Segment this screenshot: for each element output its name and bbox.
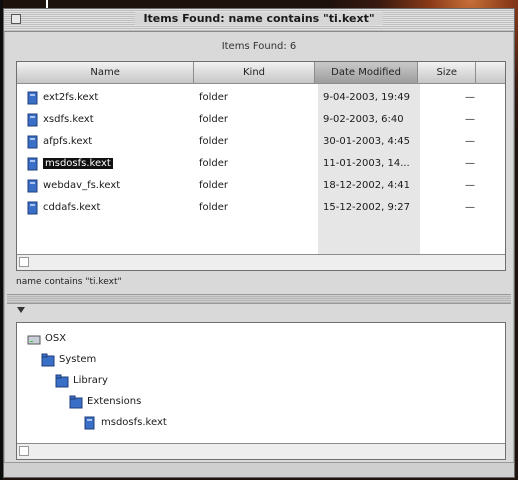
row-name: webdav_fs.kext — [43, 180, 121, 191]
row-size: — — [465, 92, 475, 103]
row-kind: folder — [199, 114, 229, 125]
status-bar — [4, 462, 514, 477]
table-row[interactable]: ext2fs.kext folder 9-04-2003, 19:49 — — [17, 88, 505, 110]
folder-icon — [69, 395, 83, 409]
column-header-kind[interactable]: Kind — [194, 62, 315, 84]
row-name: cddafs.kext — [43, 202, 101, 213]
folder-icon — [41, 353, 55, 367]
scroll-left-arrow[interactable] — [19, 257, 29, 267]
path-item-label: System — [59, 354, 97, 365]
search-criteria: name contains "ti.kext" — [16, 277, 122, 287]
file-icon — [84, 416, 95, 430]
path-item-label: msdosfs.kext — [101, 417, 167, 428]
table-row[interactable]: msdosfs.kext folder 11-01-2003, 14... — — [17, 154, 505, 176]
results-list: Name Kind Date Modified Size ext2fs.kext… — [16, 61, 506, 271]
row-size: — — [465, 180, 475, 191]
table-row[interactable]: cddafs.kext folder 15-12-2002, 9:27 — — [17, 198, 505, 220]
path-panel: OSX System Library Extensions msdosfs.kext — [16, 322, 506, 460]
row-name: ext2fs.kext — [43, 92, 99, 103]
row-size: — — [465, 202, 475, 213]
row-date: 15-12-2002, 9:27 — [323, 202, 410, 213]
path-horizontal-scrollbar[interactable] — [17, 443, 505, 459]
column-header-name[interactable]: Name — [17, 62, 195, 84]
path-scroll-left-arrow[interactable] — [19, 446, 29, 456]
row-date: 30-01-2003, 4:45 — [323, 136, 410, 147]
row-kind: folder — [199, 158, 229, 169]
row-kind: folder — [199, 92, 229, 103]
kext-file-icon — [27, 179, 38, 193]
table-row[interactable]: xsdfs.kext folder 9-02-2003, 6:40 — — [17, 110, 505, 132]
items-found-count: Items Found: 6 — [221, 41, 297, 52]
column-headers: Name Kind Date Modified Size — [17, 62, 505, 84]
row-kind: folder — [199, 180, 229, 191]
disclosure-triangle-icon[interactable] — [17, 307, 25, 313]
pane-splitter[interactable] — [7, 294, 511, 304]
row-size: — — [465, 114, 475, 125]
row-name: afpfs.kext — [43, 136, 93, 147]
row-size: — — [465, 136, 475, 147]
row-date: 9-02-2003, 6:40 — [323, 114, 404, 125]
column-header-size[interactable]: Size — [418, 62, 477, 84]
title-bar[interactable]: Items Found: name contains "ti.kext" — [4, 9, 514, 32]
kext-file-icon — [27, 113, 38, 127]
table-row[interactable]: webdav_fs.kext folder 18-12-2002, 4:41 — — [17, 176, 505, 198]
kext-file-icon — [27, 135, 38, 149]
row-kind: folder — [199, 202, 229, 213]
kext-file-icon — [27, 91, 38, 105]
path-item-label: Extensions — [87, 396, 142, 407]
results-rows: ext2fs.kext folder 9-04-2003, 19:49— xsdfs.… — [17, 88, 505, 220]
row-date: 9-04-2003, 19:49 — [323, 92, 410, 103]
row-kind: folder — [199, 136, 229, 147]
column-header-spacer — [476, 62, 505, 84]
kext-file-icon — [27, 201, 38, 215]
row-date: 18-12-2002, 4:41 — [323, 180, 410, 191]
row-name: xsdfs.kext — [43, 114, 94, 125]
table-row[interactable]: afpfs.kext folder 30-01-2003, 4:45 — — [17, 132, 505, 154]
path-item-label: OSX — [45, 333, 67, 344]
kext-file-icon — [27, 157, 38, 171]
window-title: Items Found: name contains "ti.kext" — [4, 12, 514, 25]
row-name: msdosfs.kext — [43, 158, 113, 169]
folder-icon — [55, 374, 69, 388]
row-size: — — [465, 158, 475, 169]
column-header-date-modified[interactable]: Date Modified — [314, 62, 419, 84]
row-date: 11-01-2003, 14... — [323, 158, 410, 169]
disk-icon — [27, 335, 41, 345]
path-item-label: Library — [73, 375, 108, 386]
horizontal-scrollbar[interactable] — [17, 254, 505, 270]
find-results-window: Items Found: name contains "ti.kext" Ite… — [3, 8, 515, 478]
